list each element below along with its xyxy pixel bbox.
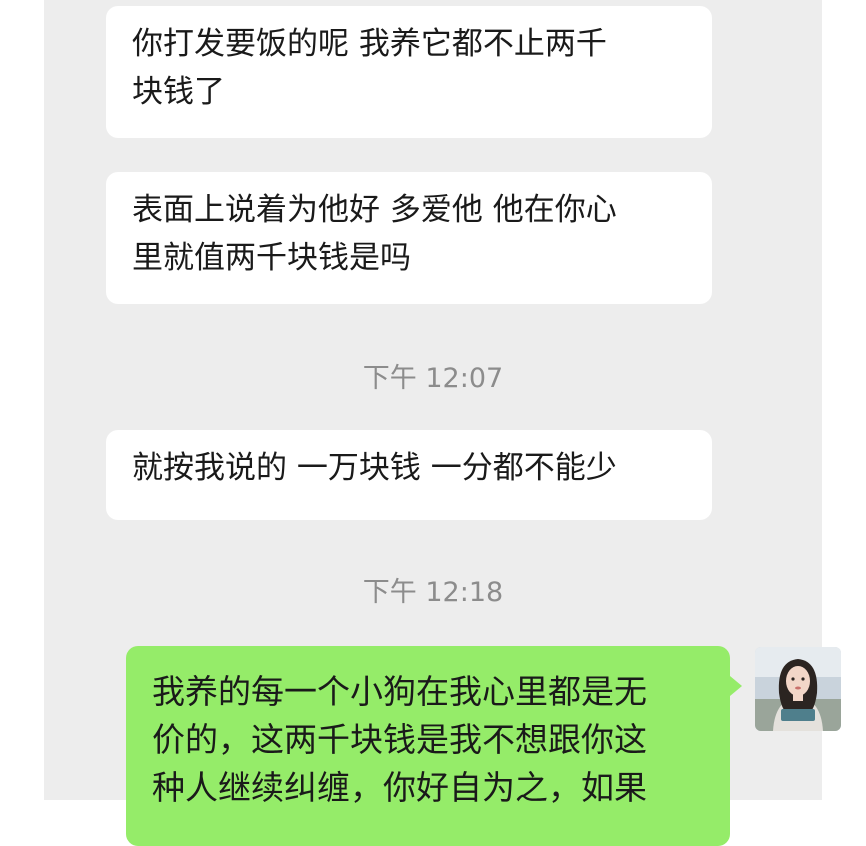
message-text: 表面上说着为他好 多爱他 他在你心 xyxy=(132,192,617,228)
incoming-message-bubble[interactable]: 就按我说的 一万块钱 一分都不能少 xyxy=(106,430,712,520)
user-avatar[interactable] xyxy=(755,647,841,731)
message-text: 块钱了 xyxy=(132,74,225,110)
timestamp: 下午 12:18 xyxy=(362,577,504,608)
message-text: 你打发要饭的呢 我养它都不止两千 xyxy=(132,26,607,62)
message-text: 价的，这两千块钱是我不想跟你这 xyxy=(152,720,647,759)
avatar-photo-icon xyxy=(755,647,841,731)
incoming-message-bubble[interactable]: 表面上说着为他好 多爱他 他在你心 里就值两千块钱是吗 xyxy=(106,172,712,304)
bubble-tail xyxy=(730,676,742,696)
chat-area: 你打发要饭的呢 我养它都不止两千 块钱了 表面上说着为他好 多爱他 他在你心 里… xyxy=(44,0,841,846)
message-text: 种人继续纠缠，你好自为之，如果 xyxy=(152,768,647,807)
message-text: 就按我说的 一万块钱 一分都不能少 xyxy=(132,450,617,486)
message-text: 里就值两千块钱是吗 xyxy=(132,240,411,276)
message-text: 我养的每一个小狗在我心里都是无 xyxy=(152,672,647,711)
outgoing-message-bubble[interactable]: 我养的每一个小狗在我心里都是无 价的，这两千块钱是我不想跟你这 种人继续纠缠，你… xyxy=(126,646,730,846)
incoming-message-bubble[interactable]: 你打发要饭的呢 我养它都不止两千 块钱了 xyxy=(106,6,712,138)
timestamp: 下午 12:07 xyxy=(362,363,504,394)
